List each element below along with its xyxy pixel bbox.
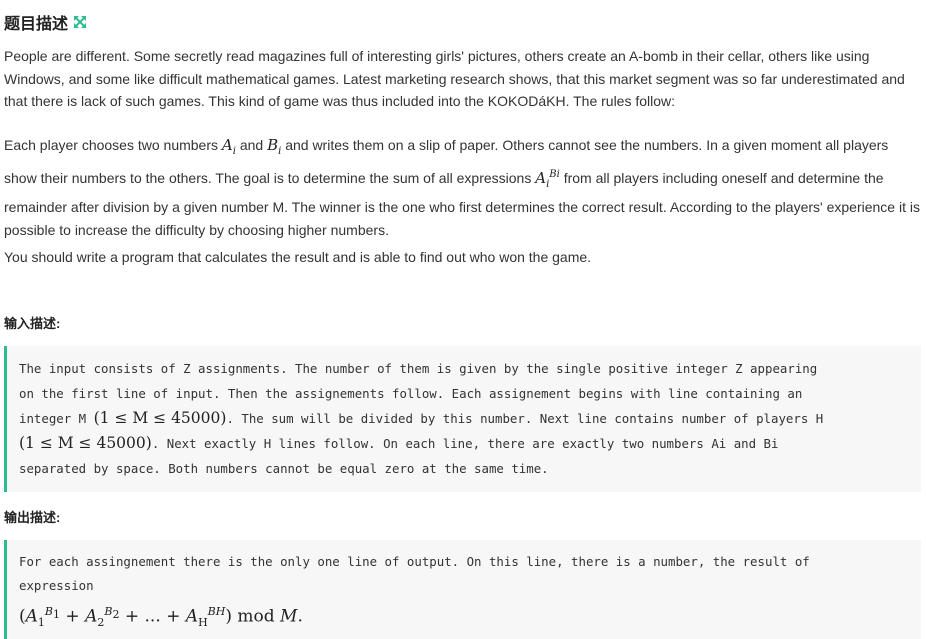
output-formula: (A1B1 + A2B2 + ... + AHBH) mod M. <box>19 600 913 635</box>
math-expr-sup: Bi <box>549 168 560 180</box>
problem-page: 题目描述 People are different. Some secretly… <box>0 0 926 639</box>
input-line-2: on the first line of input. Then the ass… <box>19 386 803 401</box>
math-b-base: B <box>267 136 279 154</box>
input-description-title: 输入描述: <box>4 316 61 331</box>
formula-mod: mod <box>231 606 281 627</box>
formula-open-paren: ( <box>19 606 26 627</box>
formula-a2: A <box>85 606 98 627</box>
math-a-base: A <box>221 136 233 154</box>
input-line-3: integer M (1 ≤ M ≤ 45000). The sum will … <box>19 406 913 431</box>
math-expr-base: A <box>535 168 547 187</box>
formula-a1-sup-sub: 1 <box>53 608 61 622</box>
rules-text-and: and <box>235 137 268 153</box>
problem-description-title: 题目描述 <box>4 16 69 33</box>
expand-arrows-icon[interactable] <box>72 14 88 30</box>
math-a-i: Ai <box>221 136 236 157</box>
input-line-3-post: . The sum will be divided by this number… <box>226 411 824 426</box>
formula-a1-sup: B1 <box>44 605 61 622</box>
formula-a1-sup-base: B <box>44 605 54 618</box>
formula-close-paren: ) <box>225 606 232 627</box>
math-b-i: Bi <box>267 136 281 157</box>
formula-m: M <box>280 606 298 627</box>
formula-dot: . <box>297 606 303 627</box>
output-description-box: For each assingnement there is the only … <box>4 540 921 639</box>
formula-plus-1: + <box>60 606 86 627</box>
input-line-5: separated by space. Both numbers cannot … <box>19 461 549 476</box>
description-paragraph-task: You should write a program that calculat… <box>4 249 592 265</box>
formula-ah-sup-text: BH <box>207 605 226 618</box>
formula-ah-sup: BH <box>208 605 226 618</box>
input-line-4: (1 ≤ M ≤ 45000). Next exactly H lines fo… <box>19 431 913 456</box>
output-description-title: 输出描述: <box>4 510 61 525</box>
input-description-box: The input consists of Z assignments. The… <box>4 346 921 492</box>
formula-a1-sub: 1 <box>37 616 45 630</box>
math-a-pow-b: AiBi <box>535 168 560 190</box>
math-range-m: (1 ≤ M ≤ 45000) <box>93 409 227 427</box>
formula-a2-sup: B2 <box>104 605 119 621</box>
input-line-1: The input consists of Z assignments. The… <box>19 361 818 376</box>
math-range-h: (1 ≤ M ≤ 45000) <box>19 434 152 452</box>
description-paragraph-intro: People are different. Some secretly read… <box>4 48 905 109</box>
description-paragraph-rules: Each player chooses two numbers Ai and B… <box>4 134 922 241</box>
rules-text-part1: Each player chooses two numbers <box>4 137 222 153</box>
formula-a1: A <box>25 606 38 627</box>
math-expr-sub: i <box>546 178 550 190</box>
input-line-3-pre: integer M <box>19 411 94 426</box>
problem-description-header: 题目描述 <box>4 10 88 34</box>
output-line-1: For each assingnement there is the only … <box>19 554 810 569</box>
formula-ah: A <box>185 606 199 627</box>
formula-ah-sub: H <box>198 616 208 630</box>
output-line-2: expression <box>19 578 94 593</box>
input-line-4-post: . Next exactly H lines follow. On each l… <box>151 436 779 451</box>
formula-plus-2: + ... + <box>119 606 186 627</box>
